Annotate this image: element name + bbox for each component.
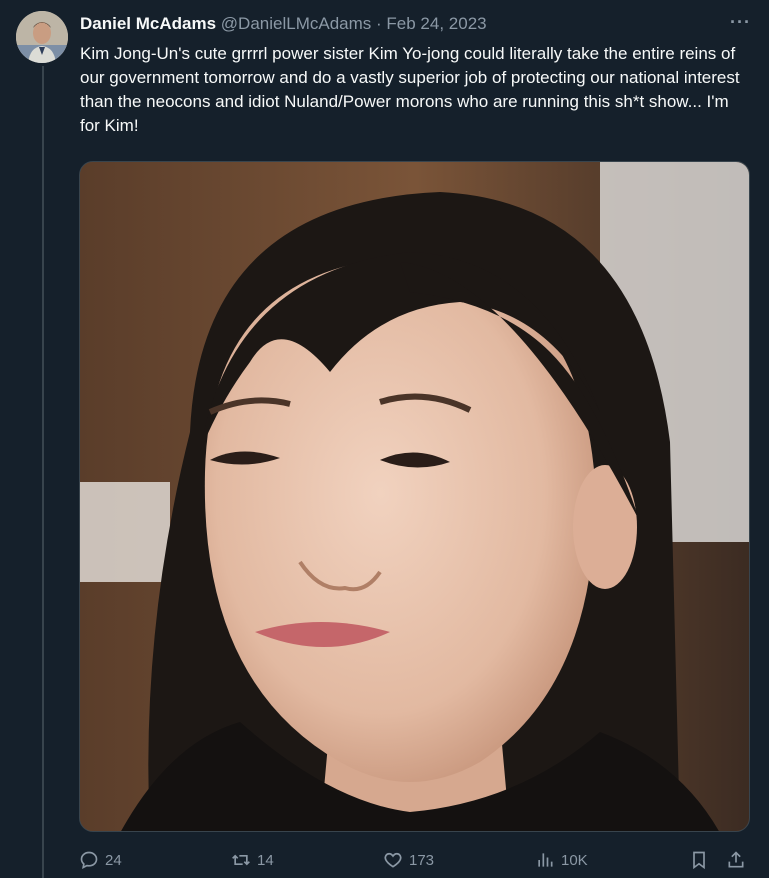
like-count: 173 [409,851,435,869]
views-count: 10K [561,851,588,869]
media-photo [80,162,749,831]
retweet-icon [232,854,250,866]
reply-button[interactable]: 24 [79,846,122,874]
avatar[interactable] [16,11,68,63]
retweet-button[interactable]: 14 [231,846,274,874]
share-icon [728,851,744,868]
views-icon [538,853,553,867]
tweet-date[interactable]: Feb 24, 2023 [386,14,486,33]
avatar-image [16,11,68,63]
like-icon [384,852,402,868]
author-handle[interactable]: @DanielLMcAdams [221,14,371,33]
tweet-text: Kim Jong-Un's cute grrrrl power sister K… [80,44,740,135]
reply-count: 24 [105,851,122,869]
more-options-button[interactable]: ··· [730,12,751,33]
tweet-media[interactable] [79,161,750,832]
retweet-count: 14 [257,851,274,869]
tweet-actions: 24 14 173 10K [79,846,750,874]
bookmark-icon [693,851,705,870]
reply-icon [80,851,98,870]
tweet-header: Daniel McAdams @DanielLMcAdams · Feb 24,… [80,13,753,35]
like-button[interactable]: 173 [383,846,434,874]
author-name[interactable]: Daniel McAdams [80,14,216,33]
views-button[interactable]: 10K [535,846,588,874]
thread-line [42,66,44,878]
share-button[interactable] [726,846,746,874]
bookmark-button[interactable] [689,846,709,874]
header-separator: · [376,14,382,33]
